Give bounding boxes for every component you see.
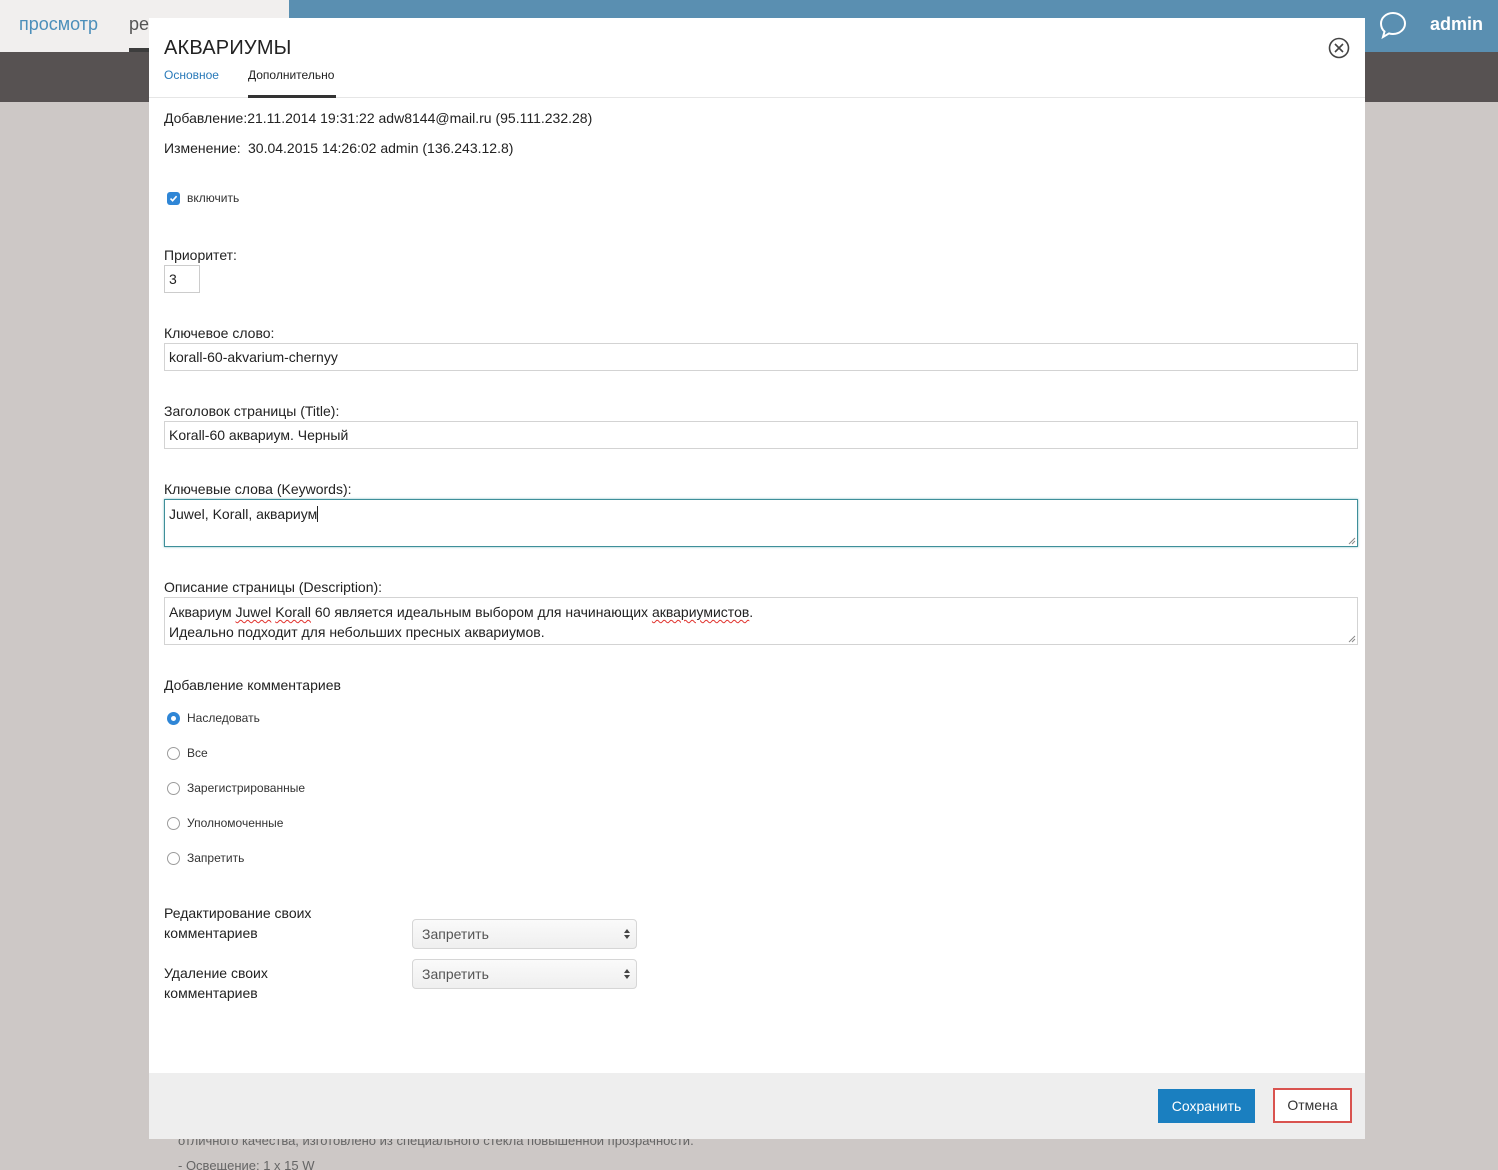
description-text: Korall: [275, 604, 311, 620]
radio-button[interactable]: [167, 851, 180, 865]
description-text: Juwel: [235, 604, 272, 620]
edit-dialog: АКВАРИУМЫ Основное Дополнительно Добавле…: [149, 18, 1365, 1139]
select-arrows-icon: [624, 929, 630, 939]
radio-button[interactable]: [167, 781, 180, 795]
delete-own-select[interactable]: Запретить: [412, 959, 637, 989]
delete-own-value: Запретить: [422, 966, 489, 982]
radio-label: Наследовать: [187, 711, 260, 725]
radio-all[interactable]: Все: [167, 746, 208, 760]
enable-checkbox-row[interactable]: включить: [167, 191, 239, 205]
radio-registered[interactable]: Зарегистрированные: [167, 781, 305, 795]
description-text: Аквариум: [169, 604, 236, 620]
radio-button[interactable]: [167, 816, 180, 830]
tab-extra[interactable]: Дополнительно: [248, 68, 334, 98]
cancel-button[interactable]: Отмена: [1273, 1088, 1352, 1123]
priority-input[interactable]: 3: [164, 265, 200, 293]
comments-label: Добавление комментариев: [164, 677, 341, 693]
enable-label: включить: [187, 191, 240, 205]
keywords-textarea[interactable]: Juwel, Korall, аквариум: [164, 499, 1358, 547]
delete-own-label: Удаление своих комментариев: [164, 965, 268, 1001]
radio-forbid[interactable]: Запретить: [167, 851, 244, 865]
radio-label: Уполномоченные: [187, 816, 284, 830]
tab-main[interactable]: Основное: [164, 68, 219, 98]
nav-edit-link[interactable]: ре: [129, 14, 149, 35]
check-icon: [169, 195, 178, 202]
radio-button[interactable]: [167, 746, 180, 760]
description-text: 60 является идеальным выбором для начина…: [310, 604, 652, 620]
keywords-label: Ключевые слова (Keywords):: [164, 481, 352, 497]
keyword-input[interactable]: korall-60-akvarium-chernyy: [164, 343, 1358, 371]
description-text: .: [749, 604, 754, 620]
radio-label: Зарегистрированные: [187, 781, 306, 795]
radio-label: Все: [187, 746, 208, 760]
edit-own-value: Запретить: [422, 926, 489, 942]
description-text: аквариумистов: [651, 604, 750, 620]
info-added-label: Добавление:: [164, 110, 248, 126]
info-modified-label: Изменение:: [164, 140, 241, 156]
nav-view-link[interactable]: просмотр: [19, 14, 98, 35]
dialog-footer: Сохранить Отмена: [149, 1073, 1365, 1139]
edit-own-label: Редактирование своих комментариев: [164, 905, 312, 941]
radio-authorized[interactable]: Уполномоченные: [167, 816, 283, 830]
priority-label: Приоритет:: [164, 247, 237, 263]
description-textarea[interactable]: Аквариум Juwel Korall 60 является идеаль…: [164, 597, 1358, 645]
info-added-value: 21.11.2014 19:31:22 adw8144@mail.ru (95.…: [247, 110, 593, 126]
info-added: Добавление:21.11.2014 19:31:22 adw8144@m…: [164, 110, 592, 126]
active-tab-indicator: [248, 95, 336, 98]
radio-label: Запретить: [187, 851, 245, 865]
radio-inherit[interactable]: Наследовать: [167, 711, 260, 725]
chat-icon[interactable]: [1378, 10, 1408, 40]
description-line: Аквариум Juwel Korall 60 является идеаль…: [169, 602, 1353, 622]
info-modified-value: 30.04.2015 14:26:02 admin (136.243.12.8): [248, 140, 514, 156]
user-name[interactable]: admin: [1430, 14, 1483, 35]
info-modified: Изменение: 30.04.2015 14:26:02 admin (136…: [164, 140, 513, 156]
select-arrows-icon: [624, 969, 630, 979]
resize-grip-icon[interactable]: [1348, 635, 1356, 643]
page-title-input[interactable]: Korall-60 аквариум. Черный: [164, 421, 1358, 449]
page-title-label: Заголовок страницы (Title):: [164, 403, 340, 419]
keywords-value: Juwel, Korall, аквариум: [169, 506, 318, 522]
radio-button[interactable]: [167, 711, 180, 725]
text-caret: [317, 506, 319, 522]
description-line: Идеально подходит для небольших пресных …: [169, 624, 545, 640]
resize-grip-icon[interactable]: [1348, 537, 1356, 545]
keyword-label: Ключевое слово:: [164, 325, 275, 341]
description-label: Описание страницы (Description):: [164, 579, 383, 595]
edit-own-select[interactable]: Запретить: [412, 919, 637, 949]
close-icon[interactable]: [1328, 37, 1350, 59]
dialog-title: АКВАРИУМЫ: [164, 37, 292, 59]
background-text: - Освещение: 1 x 15 W: [178, 1158, 315, 1170]
enable-checkbox[interactable]: [167, 191, 180, 205]
save-button[interactable]: Сохранить: [1158, 1089, 1255, 1123]
